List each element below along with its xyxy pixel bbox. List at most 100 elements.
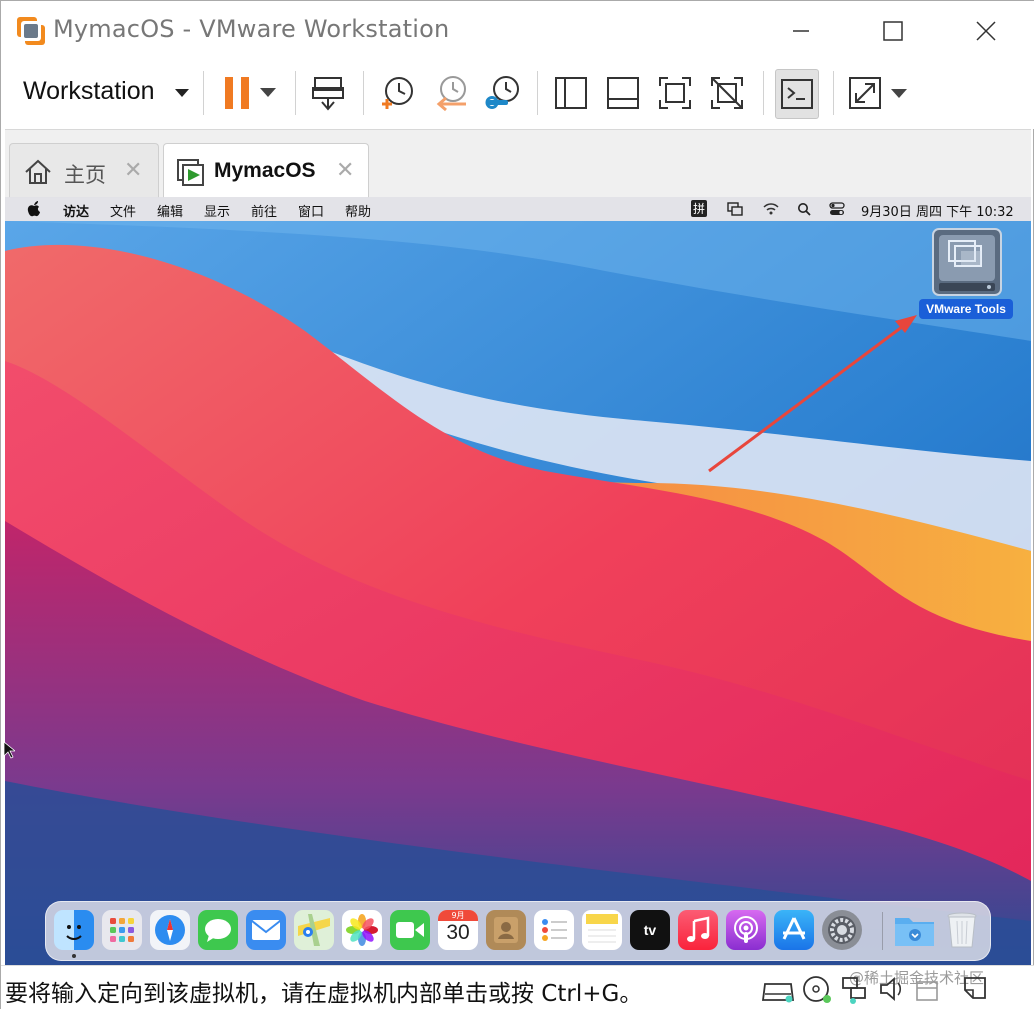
- tab-label: MymacOS: [214, 159, 316, 182]
- chevron-down-icon[interactable]: [175, 89, 189, 99]
- menu-go[interactable]: 前往: [251, 201, 277, 220]
- dock-launchpad[interactable]: [102, 910, 142, 950]
- tab-close-icon[interactable]: ✕: [336, 158, 354, 183]
- home-icon: [25, 159, 51, 184]
- window-title: MymacOS - VMware Workstation: [53, 15, 450, 43]
- status-bar: 要将输入定向到该虚拟机，请在虚拟机内部单击或按 Ctrl+G。 @稀土掘金技术社…: [1, 965, 1034, 1009]
- take-snapshot-button[interactable]: [375, 71, 419, 115]
- dock-contacts[interactable]: [486, 910, 526, 950]
- pause-icon: [225, 77, 249, 109]
- cd-dvd-icon[interactable]: [801, 974, 835, 1004]
- toolbar: Workstation: [1, 59, 1034, 129]
- usb-device-icon[interactable]: [913, 974, 947, 1004]
- reminders-list-icon: [542, 919, 567, 941]
- dock-music[interactable]: [678, 910, 718, 950]
- maps-icon: [298, 914, 330, 946]
- dock-podcasts[interactable]: [726, 910, 766, 950]
- toolbar-separator: [763, 71, 764, 115]
- mouse-cursor-icon: [3, 741, 15, 759]
- dock-finder[interactable]: [54, 910, 94, 958]
- macos-menubar: 访达 文件 编辑 显示 前往 窗口 帮助 拼 9月30日 周四 下午 10:32: [5, 197, 1031, 221]
- tab-bar: 主页 ✕ MymacOS ✕: [5, 129, 1031, 198]
- macos-wallpaper: [5, 221, 1031, 965]
- tab-home[interactable]: 主页 ✕: [9, 143, 159, 198]
- apple-menu-icon[interactable]: [27, 201, 41, 217]
- close-icon: [976, 21, 996, 41]
- spotlight-search-icon[interactable]: [797, 202, 811, 216]
- notes-icon: [586, 914, 618, 943]
- dock-maps[interactable]: [294, 910, 334, 950]
- dock-trash[interactable]: [942, 910, 982, 950]
- dock-separator: [882, 912, 883, 950]
- dock-calendar[interactable]: 9月 30: [438, 910, 478, 950]
- send-ctrl-alt-del-button[interactable]: [307, 71, 351, 115]
- tab-mymacos[interactable]: MymacOS ✕: [163, 143, 369, 198]
- contacts-book-icon: [494, 917, 518, 943]
- menu-file[interactable]: 文件: [110, 201, 136, 220]
- dock-system-preferences[interactable]: [822, 910, 862, 950]
- input-method-indicator[interactable]: 拼: [691, 200, 708, 217]
- dock-mail[interactable]: [246, 910, 286, 950]
- launchpad-icon: [110, 918, 134, 942]
- close-button[interactable]: [964, 11, 1008, 51]
- podcasts-icon: [734, 916, 758, 943]
- chevron-down-icon[interactable]: [891, 89, 907, 99]
- messages-bubble-icon: [205, 919, 231, 942]
- message-log-icon[interactable]: [961, 974, 995, 1004]
- menu-view[interactable]: 显示: [204, 201, 230, 220]
- unity-button[interactable]: [705, 71, 749, 115]
- toolbar-separator: [203, 71, 204, 115]
- menu-finder[interactable]: 访达: [63, 201, 89, 220]
- library-panel-icon: [555, 77, 587, 109]
- power-dropdown-button[interactable]: [253, 71, 283, 115]
- full-screen-button[interactable]: [653, 71, 697, 115]
- show-thumbnail-bar-button[interactable]: [601, 71, 645, 115]
- sound-card-icon[interactable]: [877, 974, 911, 1004]
- control-center-icon[interactable]: [829, 202, 845, 216]
- tab-close-icon[interactable]: ✕: [124, 158, 142, 183]
- dock-notes[interactable]: [582, 910, 622, 950]
- hard-disk-icon[interactable]: [761, 974, 795, 1004]
- dock-downloads[interactable]: [894, 910, 934, 950]
- dock-facetime[interactable]: [390, 910, 430, 950]
- dock-app-store[interactable]: [774, 910, 814, 950]
- snapshot-manager-button[interactable]: [481, 71, 525, 115]
- unity-icon: [711, 77, 743, 109]
- revert-snapshot-button[interactable]: [429, 71, 473, 115]
- menu-help[interactable]: 帮助: [345, 201, 371, 220]
- console-view-button[interactable]: [775, 69, 819, 119]
- dock-messages[interactable]: [198, 910, 238, 950]
- menubar-clock[interactable]: 9月30日 周四 下午 10:32: [861, 201, 1014, 220]
- disk-image-icon: [932, 228, 1002, 296]
- dock-safari[interactable]: [150, 910, 190, 950]
- menu-window[interactable]: 窗口: [298, 201, 324, 220]
- snapshot-manager-icon: [485, 76, 519, 109]
- photos-flower-icon: [346, 914, 378, 946]
- minimize-button[interactable]: [779, 11, 823, 51]
- vmware-logo-icon: [17, 17, 45, 45]
- workstation-menu[interactable]: Workstation: [23, 77, 155, 106]
- calendar-day: 30: [446, 921, 470, 944]
- network-adapter-icon[interactable]: [839, 974, 873, 1004]
- apple-tv-label: tv: [643, 922, 657, 938]
- dock-photos[interactable]: [342, 910, 382, 950]
- wifi-icon[interactable]: [763, 202, 779, 216]
- facetime-camera-icon: [396, 922, 424, 938]
- vmware-tools-desktop-icon[interactable]: VMware Tools: [919, 227, 1013, 321]
- finder-icon: [66, 925, 82, 940]
- vmware-tools-label: VMware Tools: [919, 299, 1013, 319]
- dock-reminders[interactable]: [534, 910, 574, 950]
- stretch-guest-button[interactable]: [843, 71, 887, 115]
- maximize-button[interactable]: [871, 11, 915, 51]
- mail-envelope-icon: [251, 920, 281, 940]
- calendar-month: 9月: [438, 910, 478, 921]
- full-screen-icon: [659, 77, 691, 109]
- vm-console[interactable]: 访达 文件 编辑 显示 前往 窗口 帮助 拼 9月30日 周四 下午 10:32: [5, 197, 1031, 965]
- menu-edit[interactable]: 编辑: [157, 201, 183, 220]
- minimize-icon: [793, 30, 809, 32]
- dock-apple-tv[interactable]: tv: [630, 910, 670, 950]
- status-message: 要将输入定向到该虚拟机，请在虚拟机内部单击或按 Ctrl+G。: [5, 981, 643, 1007]
- show-library-button[interactable]: [549, 71, 593, 115]
- trash-icon: [947, 912, 977, 948]
- display-mirror-icon[interactable]: [727, 202, 743, 216]
